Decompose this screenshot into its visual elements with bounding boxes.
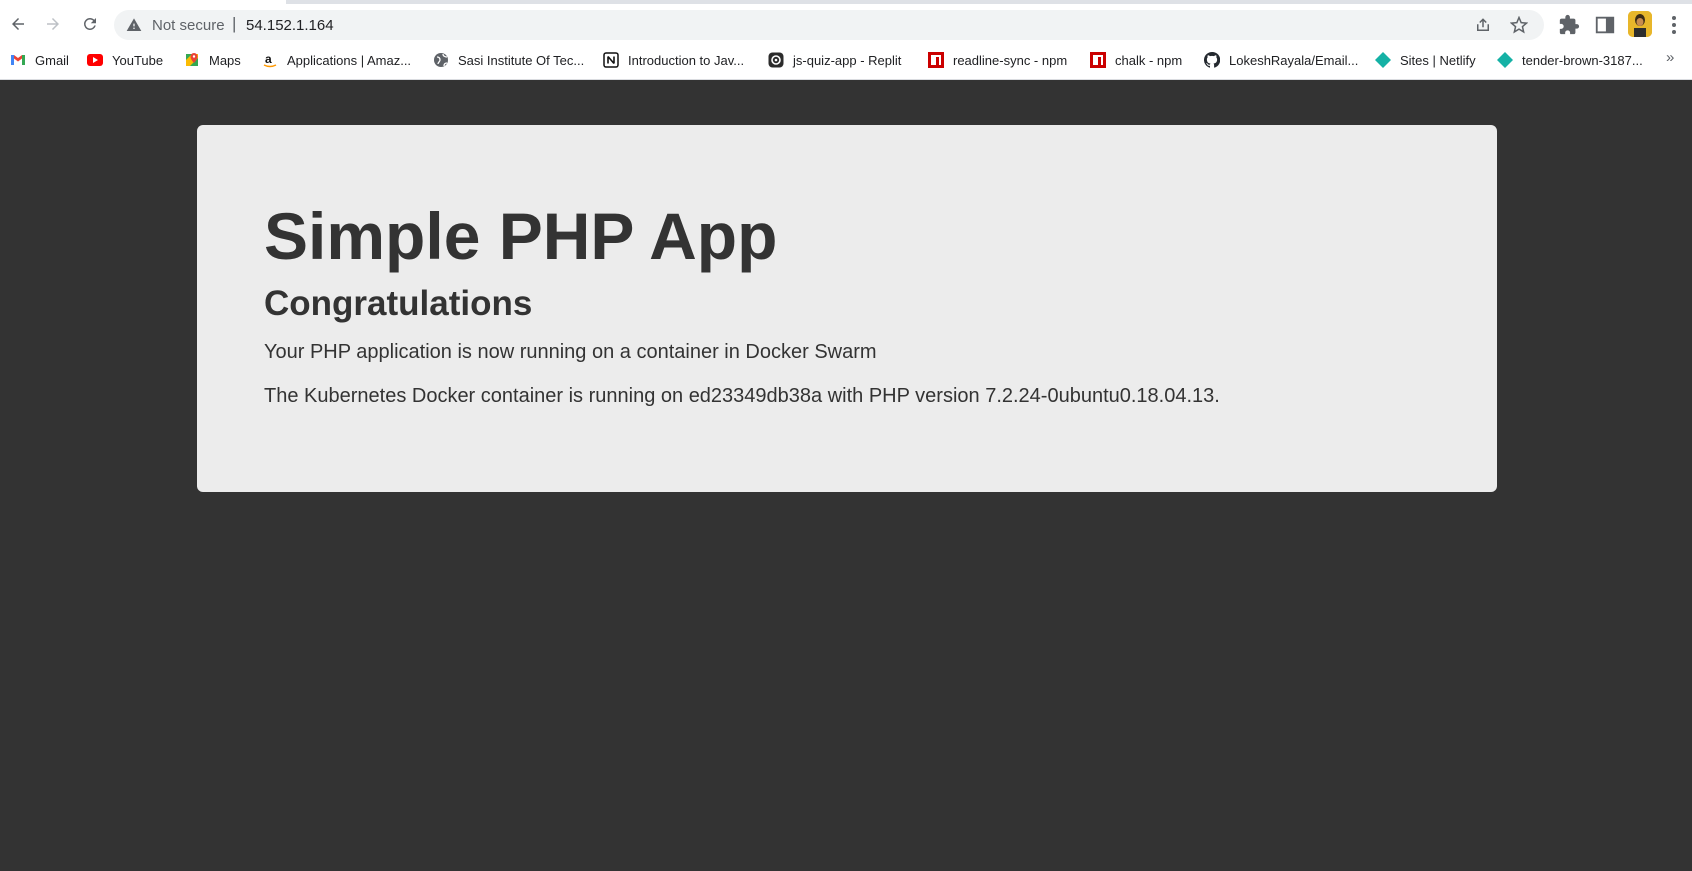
bookmark-label: YouTube: [112, 52, 164, 68]
bookmark-netlify[interactable]: Sites | Netlify: [1375, 48, 1476, 72]
bookmark-label: Sasi Institute Of Tec...: [458, 52, 585, 68]
back-button[interactable]: [3, 9, 33, 39]
side-panel-icon[interactable]: [1594, 14, 1616, 36]
reload-icon: [83, 17, 96, 30]
github-icon: [1204, 52, 1220, 68]
profile-avatar[interactable]: [1628, 11, 1652, 37]
security-label[interactable]: Not secure: [152, 17, 225, 34]
tab-strip: [0, 0, 1692, 4]
bookmark-label: js-quiz-app - Replit: [793, 52, 902, 68]
forward-button[interactable]: [38, 9, 68, 39]
arrow-left-icon: [12, 18, 24, 30]
bookmarks-bar: Gmail YouTube Maps a Applications | Amaz…: [0, 46, 1692, 74]
bookmark-replit[interactable]: js-quiz-app - Replit: [768, 48, 901, 72]
url-text[interactable]: 54.152.1.164: [246, 17, 334, 34]
bookmark-label: LokeshRayala/Email...: [1229, 52, 1359, 68]
bookmark-amazon[interactable]: a Applications | Amaz...: [262, 48, 411, 72]
bookmark-readline-sync[interactable]: readline-sync - npm: [928, 48, 1067, 72]
gmail-icon: [11, 55, 25, 65]
kebab-menu-icon[interactable]: [1664, 14, 1684, 36]
profile-picture-icon: [1628, 11, 1652, 37]
netlify-icon: [1375, 52, 1391, 68]
npm-icon: [928, 52, 944, 68]
share-icon[interactable]: [1474, 16, 1492, 34]
bookmark-maps[interactable]: Maps: [184, 48, 241, 72]
status-message: Your PHP application is now running on a…: [264, 341, 877, 363]
more-bookmarks-button[interactable]: »: [1666, 49, 1674, 66]
bookmark-label: chalk - npm: [1115, 52, 1183, 68]
npm-icon: [1090, 52, 1106, 68]
bookmark-label: readline-sync - npm: [953, 52, 1068, 68]
bookmark-chalk[interactable]: chalk - npm: [1090, 48, 1182, 72]
replit-icon: [768, 52, 784, 68]
browser-toolbar: Not secure | 54.152.1.164: [0, 5, 1692, 43]
bookmark-sasi-institute[interactable]: Sasi Institute Of Tec...: [433, 48, 584, 72]
container-details: The Kubernetes Docker container is runni…: [264, 385, 1220, 407]
content-card: Simple PHP App Congratulations Your PHP …: [197, 125, 1497, 492]
bookmark-notion[interactable]: Introduction to Jav...: [603, 48, 744, 72]
extensions-icon[interactable]: [1558, 14, 1580, 36]
bookmark-label: Introduction to Jav...: [628, 52, 745, 68]
bookmark-tender-brown[interactable]: tender-brown-3187...: [1497, 48, 1643, 72]
bookmark-label: Maps: [209, 52, 241, 68]
maps-icon: [186, 53, 198, 66]
amazon-icon: a: [263, 52, 277, 68]
bookmark-label: Sites | Netlify: [1400, 52, 1476, 68]
svg-text:a: a: [265, 52, 272, 66]
netlify-icon: [1497, 52, 1513, 68]
reload-button[interactable]: [75, 9, 105, 39]
bookmark-label: Gmail: [35, 52, 69, 68]
notion-icon: [603, 52, 619, 68]
bookmark-github[interactable]: LokeshRayala/Email...: [1204, 48, 1358, 72]
bookmark-label: Applications | Amaz...: [287, 52, 412, 68]
address-bar[interactable]: Not secure | 54.152.1.164: [114, 10, 1544, 40]
bookmark-youtube[interactable]: YouTube: [87, 48, 163, 72]
browser-chrome: Not secure | 54.152.1.164 Gmail YouTube: [0, 0, 1692, 80]
arrow-right-icon: [47, 18, 59, 30]
url-separator: |: [232, 14, 237, 33]
page-title: Simple PHP App: [264, 199, 778, 273]
star-icon[interactable]: [1510, 16, 1528, 34]
page-subtitle: Congratulations: [264, 284, 533, 323]
tab-strip-bar: [286, 0, 1692, 4]
youtube-icon: [87, 54, 103, 66]
globe-icon: [434, 53, 448, 67]
bookmark-gmail[interactable]: Gmail: [10, 48, 69, 72]
bookmark-label: tender-brown-3187...: [1522, 52, 1643, 68]
warning-icon[interactable]: [126, 17, 142, 33]
